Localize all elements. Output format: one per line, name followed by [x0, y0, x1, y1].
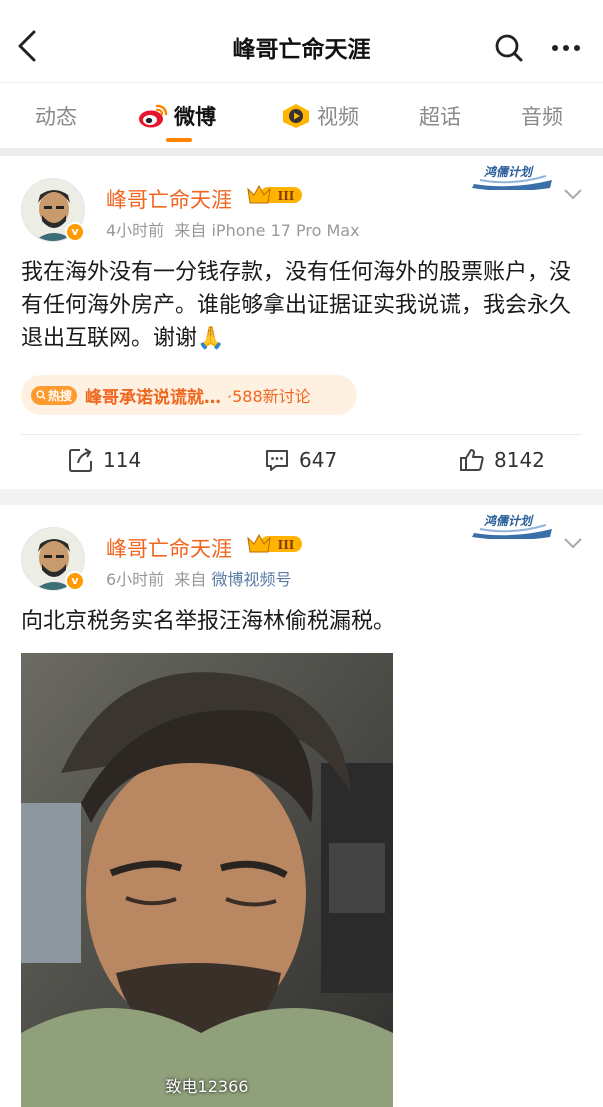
chevron-down-icon[interactable]	[563, 537, 583, 549]
post-time: 4小时前	[106, 221, 165, 240]
post-text: 向北京税务实名举报汪海林偷税漏税。	[21, 609, 396, 634]
verified-badge: v	[65, 571, 85, 591]
svg-text:III: III	[278, 538, 295, 552]
video-frame-illustration	[21, 653, 393, 1107]
post-text: 我在海外没有一分钱存款，没有任何海外的股票账户，没有任何海外房产。谁能够拿出证据…	[21, 260, 572, 351]
like-button[interactable]: 8142	[459, 447, 545, 473]
video-thumbnail[interactable]: 致电12366	[21, 653, 393, 1107]
svg-text:III: III	[278, 189, 295, 203]
thumbs-up-icon	[460, 449, 484, 471]
comment-count: 647	[299, 448, 338, 472]
weibo-logo-icon	[139, 104, 168, 128]
chevron-down-icon[interactable]	[563, 188, 583, 200]
search-icon	[36, 390, 46, 400]
source-prefix: 来自	[174, 570, 207, 589]
post-card: v 峰哥亡命天涯 III 4小时前 来自 iPhone 17 Pro Max 鸿…	[0, 156, 603, 489]
hot-search-tag: 热搜	[31, 385, 78, 405]
more-dots-icon[interactable]	[550, 40, 582, 56]
svg-text:鸿儒计划: 鸿儒计划	[484, 514, 534, 528]
tab-audio[interactable]: 音频	[521, 101, 563, 131]
section-divider	[0, 148, 603, 156]
post-time: 6小时前	[106, 570, 165, 589]
author-name[interactable]: 峰哥亡命天涯	[106, 184, 232, 214]
post-actions: 114 647 8142	[0, 437, 603, 487]
source-prefix: 来自	[174, 221, 207, 240]
honghu-plan-badge: 鸿儒计划	[472, 514, 552, 539]
comment-icon	[266, 450, 288, 471]
tab-chaohua[interactable]: 超话	[419, 101, 461, 131]
divider	[21, 434, 582, 435]
post-source[interactable]: 微博视频号	[211, 570, 291, 589]
honghu-plan-badge: 鸿儒计划	[472, 165, 552, 190]
repost-count: 114	[103, 448, 142, 472]
profile-tabs: 动态 微博 视频 超话 音频	[0, 82, 603, 148]
vip-level-badge: III	[247, 184, 302, 204]
comment-button[interactable]: 647	[264, 447, 337, 473]
tab-weibo[interactable]: 微博	[138, 101, 216, 131]
search-icon[interactable]	[494, 33, 524, 63]
post-meta: 4小时前 来自 iPhone 17 Pro Max	[106, 217, 360, 241]
video-play-icon	[283, 104, 309, 128]
video-caption: 致电12366	[165, 1077, 249, 1096]
like-count: 8142	[494, 448, 545, 472]
hot-topic-text: 峰哥承诺说谎就…	[85, 387, 222, 408]
post-card: v 峰哥亡命天涯 III 6小时前 来自 微博视频号 鸿儒计划 向北京税务实名举…	[0, 505, 603, 1107]
hot-search-topic[interactable]: 热搜 峰哥承诺说谎就… ·588新讨论	[21, 375, 357, 415]
post-source: iPhone 17 Pro Max	[211, 221, 360, 240]
verified-badge: v	[65, 222, 85, 242]
tab-video[interactable]: 视频	[281, 101, 359, 131]
hot-discussion-count: ·588新讨论	[227, 387, 311, 406]
repost-icon	[69, 448, 92, 472]
post-meta: 6小时前 来自 微博视频号	[106, 566, 291, 590]
repost-button[interactable]: 114	[68, 447, 141, 473]
top-nav-bar: 峰哥亡命天涯	[0, 0, 603, 82]
tab-dongtai[interactable]: 动态	[35, 101, 77, 131]
svg-text:鸿儒计划: 鸿儒计划	[484, 165, 534, 179]
author-name[interactable]: 峰哥亡命天涯	[106, 533, 232, 563]
active-tab-indicator	[166, 138, 192, 142]
vip-level-badge: III	[247, 533, 302, 553]
